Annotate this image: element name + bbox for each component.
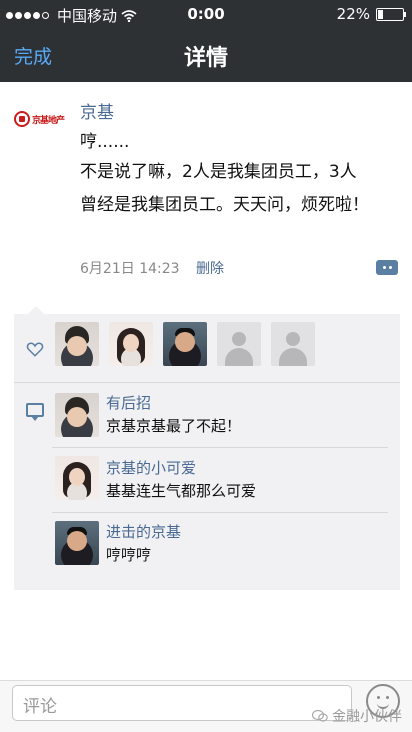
wechat-icon: [312, 709, 328, 722]
comment-text: 京基京基最了不起！: [106, 417, 242, 435]
comment-author[interactable]: 有后招: [106, 392, 151, 413]
likes-list: [55, 322, 315, 366]
like-avatar-placeholder[interactable]: [217, 322, 261, 366]
post-date: 6月21日: [80, 261, 135, 277]
post-author[interactable]: 京基: [80, 98, 114, 123]
post-text-line: 不是说了嘛，2人是我集团员工，3人: [80, 162, 357, 182]
watermark: 金融小伙伴: [312, 706, 402, 726]
status-bar: 中国移动 0:00 22%: [0, 0, 412, 28]
delete-link[interactable]: 删除: [196, 261, 224, 277]
avatar-logo[interactable]: 京基地产: [14, 108, 72, 130]
nav-bar: 完成 详情: [0, 28, 412, 82]
watermark-text: 金融小伙伴: [332, 709, 402, 725]
page-title: 详情: [183, 46, 228, 71]
like-avatar[interactable]: [109, 322, 153, 366]
logo-text: 京基地产: [32, 115, 65, 126]
like-avatar[interactable]: [55, 322, 99, 366]
battery-icon: [376, 7, 406, 21]
divider: [52, 512, 388, 513]
like-avatar[interactable]: [163, 322, 207, 366]
comment-text: 基基连生气都那么可爱: [106, 482, 257, 500]
logo-icon: [14, 111, 30, 127]
comment-avatar[interactable]: [55, 521, 99, 565]
post-meta: 6月21日 14:23 删除: [80, 258, 224, 278]
comment-author[interactable]: 京基的小可爱: [106, 457, 196, 478]
comment-avatar[interactable]: [55, 393, 99, 437]
post-time: 14:23: [139, 261, 180, 277]
comment-bubble-icon: [26, 403, 44, 421]
like-avatar-placeholder[interactable]: [271, 322, 315, 366]
comment-input[interactable]: 评论: [12, 685, 352, 721]
battery-percent: 22%: [336, 5, 370, 23]
comment-text: 哼哼哼: [106, 546, 152, 564]
post-text-line: 哼......: [80, 132, 130, 152]
comment-avatar[interactable]: [55, 456, 99, 500]
heart-icon: [26, 342, 44, 357]
more-dots-icon[interactable]: [376, 260, 398, 275]
panel-notch: [28, 306, 44, 314]
comment-author[interactable]: 进击的京基: [106, 521, 181, 542]
post-text-line: 曾经是我集团员工。天天问，烦死啦！: [80, 195, 369, 215]
divider: [14, 382, 400, 383]
divider: [52, 447, 388, 448]
